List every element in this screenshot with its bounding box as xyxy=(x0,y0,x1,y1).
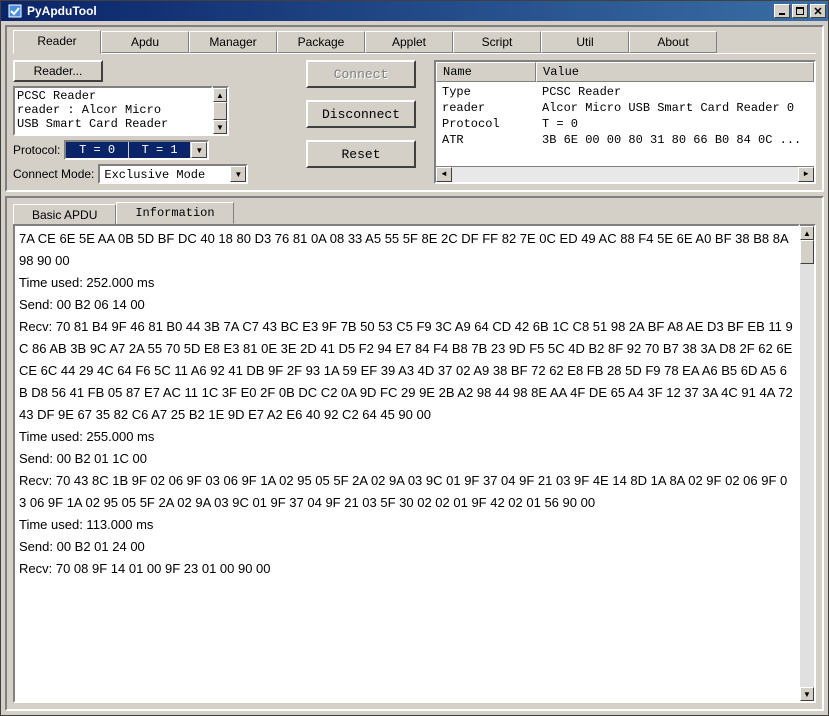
table-row: readerAlcor Micro USB Smart Card Reader … xyxy=(442,100,808,116)
log-line: Send: 00 B2 01 24 00 xyxy=(19,539,145,554)
log-line: Recv: 70 81 B4 9F 46 81 B0 44 3B 7A C7 4… xyxy=(19,319,796,422)
table-row: ATR3B 6E 00 00 80 31 80 66 B0 84 0C ... xyxy=(442,132,808,148)
scroll-right-icon[interactable]: ► xyxy=(798,167,814,182)
table-row: TypePCSC Reader xyxy=(442,84,808,100)
tab-information[interactable]: Information xyxy=(116,202,233,224)
tab-reader[interactable]: Reader xyxy=(13,30,101,54)
reset-button[interactable]: Reset xyxy=(306,140,416,168)
tab-about[interactable]: About xyxy=(629,31,717,53)
reader-listbox[interactable]: PCSC Reader reader : Alcor Micro USB Sma… xyxy=(13,86,213,136)
tab-util[interactable]: Util xyxy=(541,31,629,53)
reader-select-button[interactable]: Reader... xyxy=(13,60,103,82)
app-icon xyxy=(7,3,23,19)
scroll-left-icon[interactable]: ◄ xyxy=(436,167,452,182)
action-buttons-column: Connect Disconnect Reset xyxy=(296,60,426,184)
info-body: TypePCSC Reader readerAlcor Micro USB Sm… xyxy=(436,82,814,166)
protocol-option-t1[interactable]: T = 1 xyxy=(129,142,192,158)
table-row: ProtocolT = 0 xyxy=(442,116,808,132)
log-line: Time used: 255.000 ms xyxy=(19,429,154,444)
log-line: Send: 00 B2 01 1C 00 xyxy=(19,451,147,466)
tab-manager[interactable]: Manager xyxy=(189,31,277,53)
connect-mode-value: Exclusive Mode xyxy=(100,166,230,182)
info-hscrollbar[interactable]: ◄ ► xyxy=(436,166,814,182)
info-header: Name Value xyxy=(436,62,814,82)
info-table: Name Value TypePCSC Reader readerAlcor M… xyxy=(434,60,816,184)
window-title: PyApduTool xyxy=(27,4,772,18)
log-line: Time used: 113.000 ms xyxy=(19,517,153,532)
lower-panel: Basic APDU Information 7A CE 6E 5E AA 0B… xyxy=(5,196,824,711)
log-vscrollbar[interactable]: ▲ ▼ xyxy=(800,224,816,703)
scroll-up-icon[interactable]: ▲ xyxy=(800,226,814,240)
lower-tabstrip: Basic APDU Information xyxy=(13,202,816,224)
tab-script[interactable]: Script xyxy=(453,31,541,53)
reader-list-scrollbar[interactable]: ▲ ▼ xyxy=(213,86,229,136)
log-textarea[interactable]: 7A CE 6E 5E AA 0B 5D BF DC 40 18 80 D3 7… xyxy=(13,224,800,703)
reader-config-column: Reader... PCSC Reader reader : Alcor Mic… xyxy=(13,60,288,184)
scroll-down-icon[interactable]: ▼ xyxy=(213,120,227,134)
log-line: Send: 00 B2 06 14 00 xyxy=(19,297,145,312)
upper-panel: Reader Apdu Manager Package Applet Scrip… xyxy=(5,25,824,192)
main-window: PyApduTool Reader Apdu Manager Package A… xyxy=(0,0,829,716)
scroll-down-icon[interactable]: ▼ xyxy=(800,687,814,701)
content-area: Reader Apdu Manager Package Applet Scrip… xyxy=(1,21,828,715)
log-line: Time used: 252.000 ms xyxy=(19,275,154,290)
info-column: Name Value TypePCSC Reader readerAlcor M… xyxy=(434,60,816,184)
info-header-name[interactable]: Name xyxy=(436,62,536,82)
tab-basic-apdu[interactable]: Basic APDU xyxy=(13,204,116,226)
connect-mode-label: Connect Mode: xyxy=(13,167,94,181)
protocol-select[interactable]: T = 0 T = 1 ▼ xyxy=(64,140,209,160)
dropdown-icon[interactable]: ▼ xyxy=(230,166,246,182)
tab-apdu[interactable]: Apdu xyxy=(101,31,189,53)
dropdown-icon[interactable]: ▼ xyxy=(191,142,207,158)
disconnect-button[interactable]: Disconnect xyxy=(306,100,416,128)
tab-package[interactable]: Package xyxy=(277,31,365,53)
close-button[interactable] xyxy=(810,4,826,18)
main-tabstrip: Reader Apdu Manager Package Applet Scrip… xyxy=(13,31,816,54)
connect-button[interactable]: Connect xyxy=(306,60,416,88)
scroll-up-icon[interactable]: ▲ xyxy=(213,88,227,102)
protocol-option-t0[interactable]: T = 0 xyxy=(66,142,129,158)
minimize-button[interactable] xyxy=(774,4,790,18)
info-header-value[interactable]: Value xyxy=(536,62,814,82)
log-line: 7A CE 6E 5E AA 0B 5D BF DC 40 18 80 D3 7… xyxy=(19,231,792,268)
titlebar: PyApduTool xyxy=(1,1,828,21)
log-line: Recv: 70 43 8C 1B 9F 02 06 9F 03 06 9F 1… xyxy=(19,473,787,510)
maximize-button[interactable] xyxy=(792,4,808,18)
connect-mode-combo[interactable]: Exclusive Mode ▼ xyxy=(98,164,248,184)
protocol-label: Protocol: xyxy=(13,143,60,157)
tab-applet[interactable]: Applet xyxy=(365,31,453,53)
log-line: Recv: 70 08 9F 14 01 00 9F 23 01 00 90 0… xyxy=(19,561,271,576)
